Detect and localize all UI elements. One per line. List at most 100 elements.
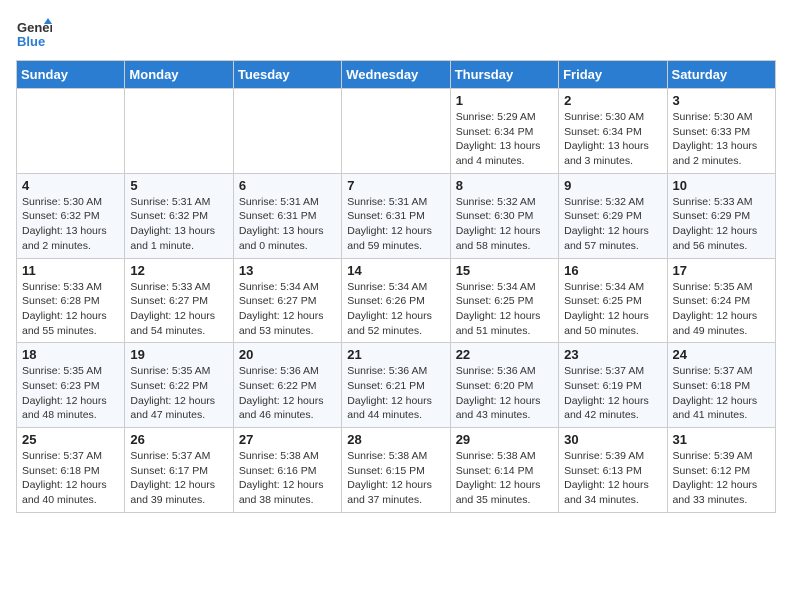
day-number: 11 — [22, 263, 119, 278]
day-info: Sunrise: 5:33 AM Sunset: 6:29 PM Dayligh… — [673, 195, 770, 254]
day-number: 18 — [22, 347, 119, 362]
calendar-cell: 12 Sunrise: 5:33 AM Sunset: 6:27 PM Dayli… — [125, 258, 233, 343]
day-info: Sunrise: 5:30 AM Sunset: 6:32 PM Dayligh… — [22, 195, 119, 254]
day-number: 13 — [239, 263, 336, 278]
day-number: 26 — [130, 432, 227, 447]
logo-icon: General Blue — [16, 16, 52, 52]
day-number: 9 — [564, 178, 661, 193]
day-number: 29 — [456, 432, 553, 447]
day-number: 5 — [130, 178, 227, 193]
svg-text:Blue: Blue — [17, 34, 45, 49]
day-number: 17 — [673, 263, 770, 278]
day-number: 1 — [456, 93, 553, 108]
day-info: Sunrise: 5:37 AM Sunset: 6:18 PM Dayligh… — [673, 364, 770, 423]
calendar-cell: 16Sunrise: 5:34 AM Sunset: 6:25 PM Dayli… — [559, 258, 667, 343]
calendar-table: SundayMondayTuesdayWednesdayThursdayFrid… — [16, 60, 776, 513]
day-number: 10 — [673, 178, 770, 193]
day-info: Sunrise: 5:31 AM Sunset: 6:32 PM Dayligh… — [130, 195, 227, 254]
day-info: Sunrise: 5:35 AM Sunset: 6:23 PM Dayligh… — [22, 364, 119, 423]
calendar-cell — [17, 89, 125, 174]
day-number: 2 — [564, 93, 661, 108]
calendar-week-row: 1 Sunrise: 5:29 AM Sunset: 6:34 PM Daylig… — [17, 89, 776, 174]
day-info: Sunrise: 5:37 AM Sunset: 6:19 PM Dayligh… — [564, 364, 661, 423]
calendar-cell: 10 Sunrise: 5:33 AM Sunset: 6:29 PM Dayli… — [667, 173, 775, 258]
header-day: Wednesday — [342, 61, 450, 89]
day-info: Sunrise: 5:31 AM Sunset: 6:31 PM Dayligh… — [347, 195, 444, 254]
calendar-cell: 1 Sunrise: 5:29 AM Sunset: 6:34 PM Daylig… — [450, 89, 558, 174]
day-number: 30 — [564, 432, 661, 447]
calendar-cell: 20Sunrise: 5:36 AM Sunset: 6:22 PM Dayli… — [233, 343, 341, 428]
day-number: 15 — [456, 263, 553, 278]
calendar-cell: 9 Sunrise: 5:32 AM Sunset: 6:29 PM Daylig… — [559, 173, 667, 258]
calendar-week-row: 4 Sunrise: 5:30 AM Sunset: 6:32 PM Daylig… — [17, 173, 776, 258]
day-info: Sunrise: 5:34 AM Sunset: 6:27 PM Dayligh… — [239, 280, 336, 339]
header-day: Monday — [125, 61, 233, 89]
calendar-cell: 13 Sunrise: 5:34 AM Sunset: 6:27 PM Dayli… — [233, 258, 341, 343]
calendar-week-row: 18 Sunrise: 5:35 AM Sunset: 6:23 PM Dayli… — [17, 343, 776, 428]
calendar-cell: 6 Sunrise: 5:31 AM Sunset: 6:31 PM Daylig… — [233, 173, 341, 258]
day-number: 22 — [456, 347, 553, 362]
calendar-cell: 2 Sunrise: 5:30 AM Sunset: 6:34 PM Daylig… — [559, 89, 667, 174]
calendar-cell: 19 Sunrise: 5:35 AM Sunset: 6:22 PM Dayli… — [125, 343, 233, 428]
calendar-cell: 8 Sunrise: 5:32 AM Sunset: 6:30 PM Daylig… — [450, 173, 558, 258]
day-info: Sunrise: 5:32 AM Sunset: 6:29 PM Dayligh… — [564, 195, 661, 254]
day-number: 25 — [22, 432, 119, 447]
calendar-cell: 14Sunrise: 5:34 AM Sunset: 6:26 PM Dayli… — [342, 258, 450, 343]
day-info: Sunrise: 5:39 AM Sunset: 6:13 PM Dayligh… — [564, 449, 661, 508]
calendar-cell: 29 Sunrise: 5:38 AM Sunset: 6:14 PM Dayli… — [450, 428, 558, 513]
day-info: Sunrise: 5:35 AM Sunset: 6:22 PM Dayligh… — [130, 364, 227, 423]
calendar-cell — [233, 89, 341, 174]
day-info: Sunrise: 5:38 AM Sunset: 6:14 PM Dayligh… — [456, 449, 553, 508]
header-day: Sunday — [17, 61, 125, 89]
day-number: 19 — [130, 347, 227, 362]
day-number: 3 — [673, 93, 770, 108]
calendar-cell: 26Sunrise: 5:37 AM Sunset: 6:17 PM Dayli… — [125, 428, 233, 513]
calendar-cell — [125, 89, 233, 174]
calendar-cell: 4 Sunrise: 5:30 AM Sunset: 6:32 PM Daylig… — [17, 173, 125, 258]
calendar-cell: 18 Sunrise: 5:35 AM Sunset: 6:23 PM Dayli… — [17, 343, 125, 428]
calendar-cell: 28Sunrise: 5:38 AM Sunset: 6:15 PM Dayli… — [342, 428, 450, 513]
day-number: 20 — [239, 347, 336, 362]
calendar-cell: 17Sunrise: 5:35 AM Sunset: 6:24 PM Dayli… — [667, 258, 775, 343]
calendar-cell: 24 Sunrise: 5:37 AM Sunset: 6:18 PM Dayli… — [667, 343, 775, 428]
header-day: Tuesday — [233, 61, 341, 89]
calendar-cell: 23 Sunrise: 5:37 AM Sunset: 6:19 PM Dayli… — [559, 343, 667, 428]
calendar-cell: 5 Sunrise: 5:31 AM Sunset: 6:32 PM Daylig… — [125, 173, 233, 258]
header-day: Thursday — [450, 61, 558, 89]
day-number: 8 — [456, 178, 553, 193]
day-info: Sunrise: 5:39 AM Sunset: 6:12 PM Dayligh… — [673, 449, 770, 508]
header-day: Friday — [559, 61, 667, 89]
day-info: Sunrise: 5:30 AM Sunset: 6:34 PM Dayligh… — [564, 110, 661, 169]
calendar-cell: 25Sunrise: 5:37 AM Sunset: 6:18 PM Dayli… — [17, 428, 125, 513]
calendar-header-row: SundayMondayTuesdayWednesdayThursdayFrid… — [17, 61, 776, 89]
day-info: Sunrise: 5:34 AM Sunset: 6:25 PM Dayligh… — [564, 280, 661, 339]
day-number: 7 — [347, 178, 444, 193]
calendar-cell: 30 Sunrise: 5:39 AM Sunset: 6:13 PM Dayli… — [559, 428, 667, 513]
day-number: 24 — [673, 347, 770, 362]
day-info: Sunrise: 5:29 AM Sunset: 6:34 PM Dayligh… — [456, 110, 553, 169]
calendar-week-row: 25Sunrise: 5:37 AM Sunset: 6:18 PM Dayli… — [17, 428, 776, 513]
calendar-cell: 31 Sunrise: 5:39 AM Sunset: 6:12 PM Dayli… — [667, 428, 775, 513]
day-info: Sunrise: 5:36 AM Sunset: 6:21 PM Dayligh… — [347, 364, 444, 423]
calendar-week-row: 11 Sunrise: 5:33 AM Sunset: 6:28 PM Dayli… — [17, 258, 776, 343]
page-header: General Blue — [16, 16, 776, 52]
day-info: Sunrise: 5:33 AM Sunset: 6:28 PM Dayligh… — [22, 280, 119, 339]
day-number: 31 — [673, 432, 770, 447]
day-info: Sunrise: 5:30 AM Sunset: 6:33 PM Dayligh… — [673, 110, 770, 169]
day-info: Sunrise: 5:34 AM Sunset: 6:25 PM Dayligh… — [456, 280, 553, 339]
day-number: 12 — [130, 263, 227, 278]
calendar-cell — [342, 89, 450, 174]
day-info: Sunrise: 5:33 AM Sunset: 6:27 PM Dayligh… — [130, 280, 227, 339]
day-number: 23 — [564, 347, 661, 362]
day-info: Sunrise: 5:38 AM Sunset: 6:16 PM Dayligh… — [239, 449, 336, 508]
calendar-cell: 15 Sunrise: 5:34 AM Sunset: 6:25 PM Dayli… — [450, 258, 558, 343]
logo: General Blue — [16, 16, 52, 52]
calendar-cell: 27 Sunrise: 5:38 AM Sunset: 6:16 PM Dayli… — [233, 428, 341, 513]
day-number: 4 — [22, 178, 119, 193]
day-info: Sunrise: 5:36 AM Sunset: 6:20 PM Dayligh… — [456, 364, 553, 423]
day-number: 27 — [239, 432, 336, 447]
day-info: Sunrise: 5:31 AM Sunset: 6:31 PM Dayligh… — [239, 195, 336, 254]
day-number: 6 — [239, 178, 336, 193]
day-number: 14 — [347, 263, 444, 278]
day-info: Sunrise: 5:32 AM Sunset: 6:30 PM Dayligh… — [456, 195, 553, 254]
